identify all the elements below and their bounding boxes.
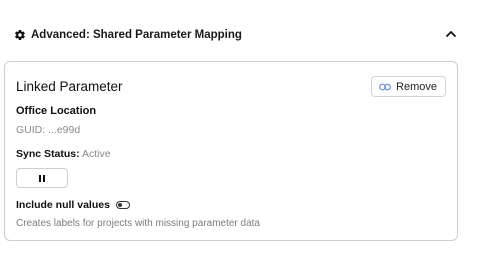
pause-sync-button[interactable] xyxy=(16,168,68,188)
include-null-row: Include null values xyxy=(16,199,130,211)
sync-status-label: Sync Status: xyxy=(16,148,80,160)
pause-icon xyxy=(39,174,41,182)
chevron-up-icon[interactable] xyxy=(444,27,458,41)
section-header[interactable]: Advanced: Shared Parameter Mapping xyxy=(14,24,466,46)
link-icon xyxy=(379,83,391,90)
card-title: Linked Parameter xyxy=(16,79,123,94)
sync-status-value: Active xyxy=(81,148,111,160)
include-null-help-text: Creates labels for projects with missing… xyxy=(16,218,260,229)
include-null-toggle[interactable] xyxy=(115,201,130,209)
sync-status: Sync Status: Active xyxy=(16,148,111,160)
remove-button[interactable]: Remove xyxy=(371,76,446,97)
linked-parameter-card: Linked Parameter Remove Office Location … xyxy=(4,61,458,241)
gear-icon xyxy=(15,29,25,41)
include-null-label: Include null values xyxy=(16,199,110,211)
parameter-guid: GUID: ...e99d xyxy=(16,124,81,136)
remove-label: Remove xyxy=(396,80,437,93)
section-title: Advanced: Shared Parameter Mapping xyxy=(31,29,242,41)
parameter-name: Office Location xyxy=(16,105,97,117)
